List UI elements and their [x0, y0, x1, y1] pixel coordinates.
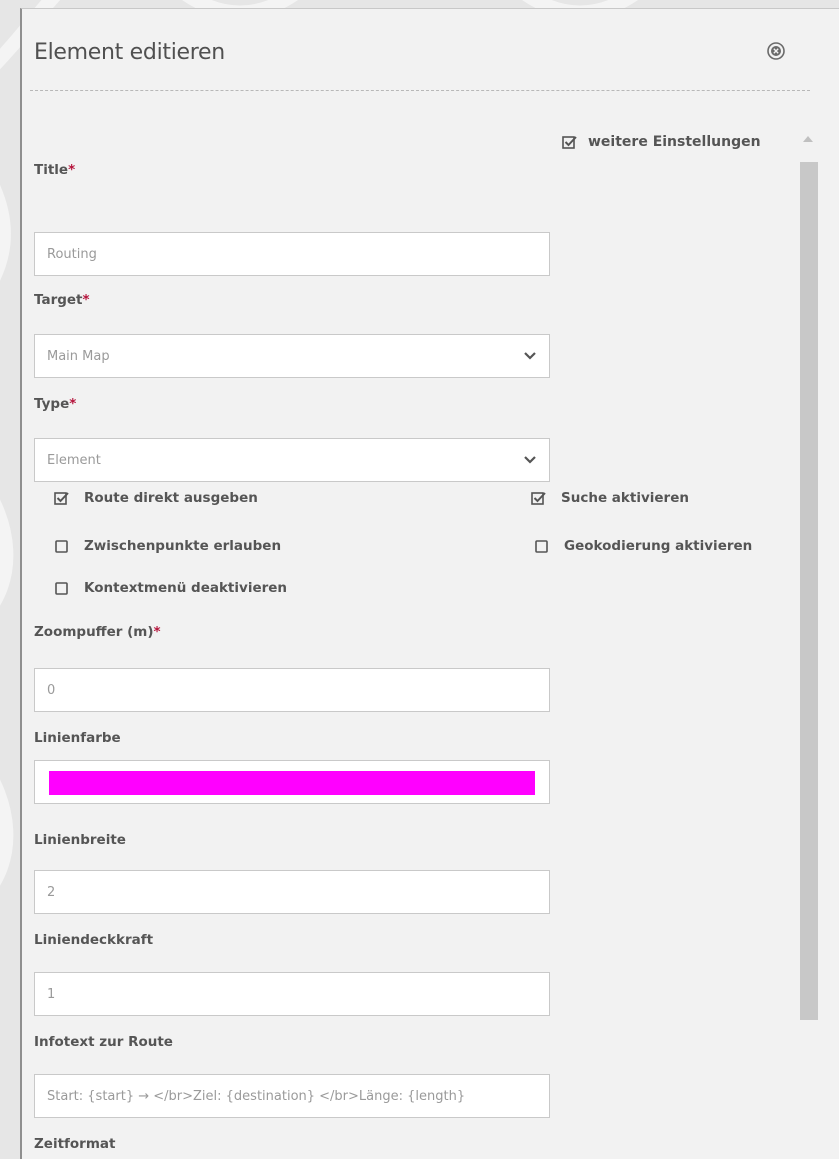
- type-select[interactable]: Element: [34, 438, 550, 482]
- target-label: Target*: [34, 292, 90, 308]
- line-width-label: Linienbreite: [34, 832, 126, 848]
- waypoints-checkbox[interactable]: Zwischenpunkte erlauben: [54, 538, 281, 554]
- dialog-title: Element editieren: [34, 40, 225, 65]
- route-direct-checkbox[interactable]: Route direkt ausgeben: [54, 490, 258, 506]
- line-color-label: Linienfarbe: [34, 730, 121, 746]
- checkbox-empty-icon: [54, 538, 70, 554]
- zoom-buffer-label: Zoompuffer (m)*: [34, 624, 161, 640]
- title-input-value: Routing: [47, 246, 97, 262]
- zoom-buffer-value: 0: [47, 682, 56, 698]
- line-color-swatch: [49, 771, 535, 795]
- search-active-checkbox[interactable]: Suche aktivieren: [531, 490, 689, 506]
- type-label: Type*: [34, 396, 77, 412]
- target-select-value: Main Map: [47, 348, 110, 364]
- scroll-up-arrow-icon[interactable]: [803, 136, 813, 142]
- checkbox-empty-icon: [534, 538, 550, 554]
- zoom-buffer-input[interactable]: 0: [34, 668, 550, 712]
- title-input[interactable]: Routing: [34, 232, 550, 276]
- scrollbar-thumb[interactable]: [800, 162, 818, 1020]
- line-opacity-input[interactable]: 1: [34, 972, 550, 1016]
- info-text-value: Start: {start} → </br>Ziel: {destination…: [47, 1088, 466, 1104]
- line-opacity-value: 1: [47, 986, 56, 1002]
- checkbox-checked-icon: [54, 490, 70, 506]
- chevron-down-icon: [524, 352, 536, 360]
- info-text-label: Infotext zur Route: [34, 1034, 173, 1050]
- context-menu-label: Kontextmenü deaktivieren: [84, 580, 288, 596]
- line-opacity-label: Liniendeckkraft: [34, 932, 154, 948]
- context-menu-checkbox[interactable]: Kontextmenü deaktivieren: [54, 580, 287, 596]
- title-label: Title*: [34, 162, 76, 178]
- close-circle-icon: [767, 42, 785, 60]
- line-width-input[interactable]: 2: [34, 870, 550, 914]
- search-active-label: Suche aktivieren: [561, 490, 689, 506]
- checkbox-checked-icon: [562, 134, 578, 150]
- chevron-down-icon: [524, 456, 536, 464]
- info-text-input[interactable]: Start: {start} → </br>Ziel: {destination…: [34, 1074, 550, 1118]
- route-direct-label: Route direkt ausgeben: [84, 490, 258, 506]
- geocoding-label: Geokodierung aktivieren: [564, 538, 753, 554]
- target-select[interactable]: Main Map: [34, 334, 550, 378]
- close-button[interactable]: [765, 40, 787, 62]
- more-settings-label: weitere Einstellungen: [588, 134, 761, 150]
- line-width-value: 2: [47, 884, 56, 900]
- line-color-picker[interactable]: [34, 760, 550, 804]
- time-format-label: Zeitformat: [34, 1136, 116, 1152]
- geocoding-checkbox[interactable]: Geokodierung aktivieren: [534, 538, 752, 554]
- title-separator: [30, 90, 810, 91]
- type-select-value: Element: [47, 452, 101, 468]
- waypoints-label: Zwischenpunkte erlauben: [84, 538, 282, 554]
- more-settings-toggle[interactable]: weitere Einstellungen: [562, 134, 761, 150]
- checkbox-empty-icon: [54, 580, 70, 596]
- checkbox-checked-icon: [531, 490, 547, 506]
